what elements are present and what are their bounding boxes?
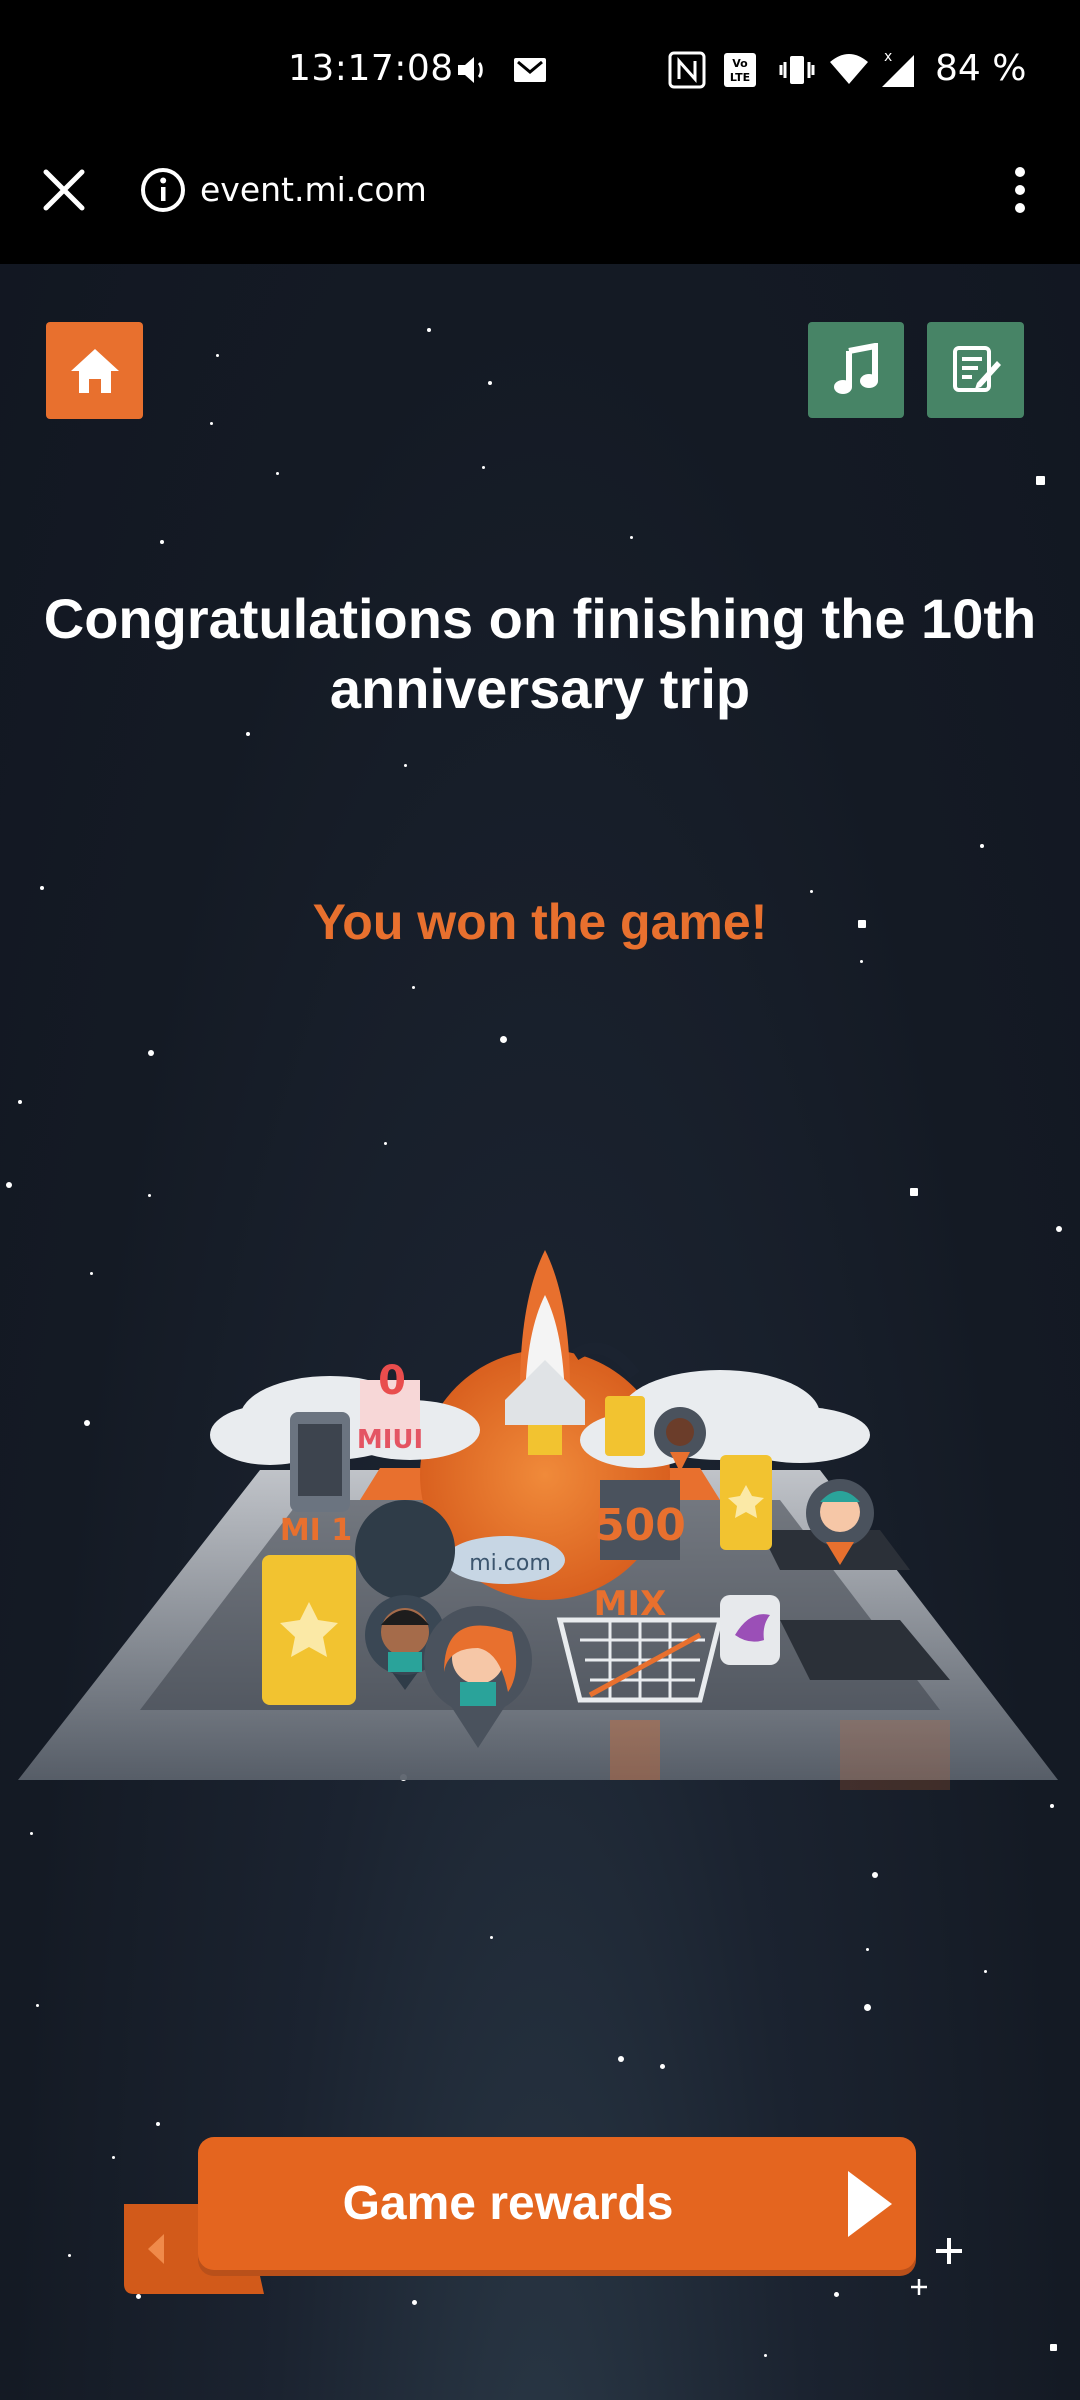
star [1050, 2344, 1057, 2351]
star [834, 2292, 839, 2297]
svg-text:LTE: LTE [730, 71, 750, 84]
micom-board-label: mi.com [469, 1551, 551, 1576]
notes-icon [952, 346, 1001, 392]
star [872, 1872, 878, 1878]
svg-text:Vo: Vo [732, 57, 748, 70]
congrats-title: Congratulations on finishing the 10th an… [43, 587, 1037, 720]
status-bar: 13:17:08 Vo LTE x 84 % [0, 0, 1080, 140]
url-text[interactable]: event.mi.com [200, 170, 427, 209]
star [764, 2354, 767, 2357]
volte-icon: Vo LTE [722, 50, 758, 90]
star [980, 844, 984, 848]
battery-percent: 84 % [935, 48, 1027, 89]
star [18, 1100, 22, 1104]
home-icon [70, 348, 119, 393]
play-arrow-icon [848, 2171, 892, 2237]
star [1056, 1226, 1062, 1232]
star [384, 1142, 387, 1145]
count-board-label: 500 [594, 1500, 686, 1551]
star [482, 466, 485, 469]
star [68, 2254, 71, 2257]
star [866, 1948, 869, 1951]
star [860, 960, 863, 963]
star [490, 1936, 493, 1939]
star [112, 2156, 115, 2159]
vibrate-icon [777, 50, 817, 90]
star [427, 328, 431, 332]
close-button[interactable] [34, 160, 94, 220]
star [156, 2122, 160, 2126]
star [210, 422, 213, 425]
sparkle-icon [911, 2279, 927, 2295]
win-message: You won the game! [312, 894, 768, 950]
signal-icon: x [878, 49, 920, 90]
star [984, 1970, 987, 1973]
status-time: 13:17:08 [288, 48, 454, 89]
svg-text:x: x [884, 49, 892, 65]
star [412, 986, 415, 989]
game-rewards-label: Game rewards [342, 2177, 674, 2230]
star [660, 2064, 665, 2069]
star [276, 472, 279, 475]
music-button[interactable] [808, 322, 904, 418]
close-icon [43, 169, 85, 211]
mi1-board-label: MI 1 [280, 1513, 352, 1548]
info-icon[interactable] [140, 167, 186, 213]
star [500, 1036, 507, 1043]
star [136, 2294, 141, 2299]
star [630, 536, 633, 539]
star [216, 354, 219, 357]
gmail-icon [510, 50, 550, 90]
more-options-button[interactable] [1000, 160, 1040, 220]
game-rewards-button[interactable]: Game rewards [198, 2137, 916, 2270]
star [618, 2056, 624, 2062]
home-button[interactable] [46, 322, 143, 419]
star [864, 2004, 871, 2011]
sparkle-icon [936, 2238, 962, 2264]
notes-button[interactable] [927, 322, 1024, 418]
more-vert-icon [1015, 167, 1025, 213]
star [910, 1188, 918, 1196]
star [148, 1194, 151, 1197]
star [1036, 476, 1045, 485]
nfc-icon [668, 50, 706, 90]
volume-icon [452, 50, 492, 90]
game-board-illustration: MIUI 0 MI 1 500 mi.com MIX [18, 1250, 1058, 1790]
star [488, 381, 492, 385]
star [404, 764, 407, 767]
star [412, 2300, 417, 2305]
star [6, 1182, 12, 1188]
star [160, 540, 164, 544]
music-icon [834, 343, 878, 394]
miui-board-label: MIUI [357, 1425, 423, 1455]
star [36, 2004, 39, 2007]
star [40, 886, 44, 890]
ten-board-label: 0 [378, 1358, 406, 1404]
star [246, 732, 250, 736]
star [148, 1050, 154, 1056]
wifi-icon [828, 50, 870, 90]
